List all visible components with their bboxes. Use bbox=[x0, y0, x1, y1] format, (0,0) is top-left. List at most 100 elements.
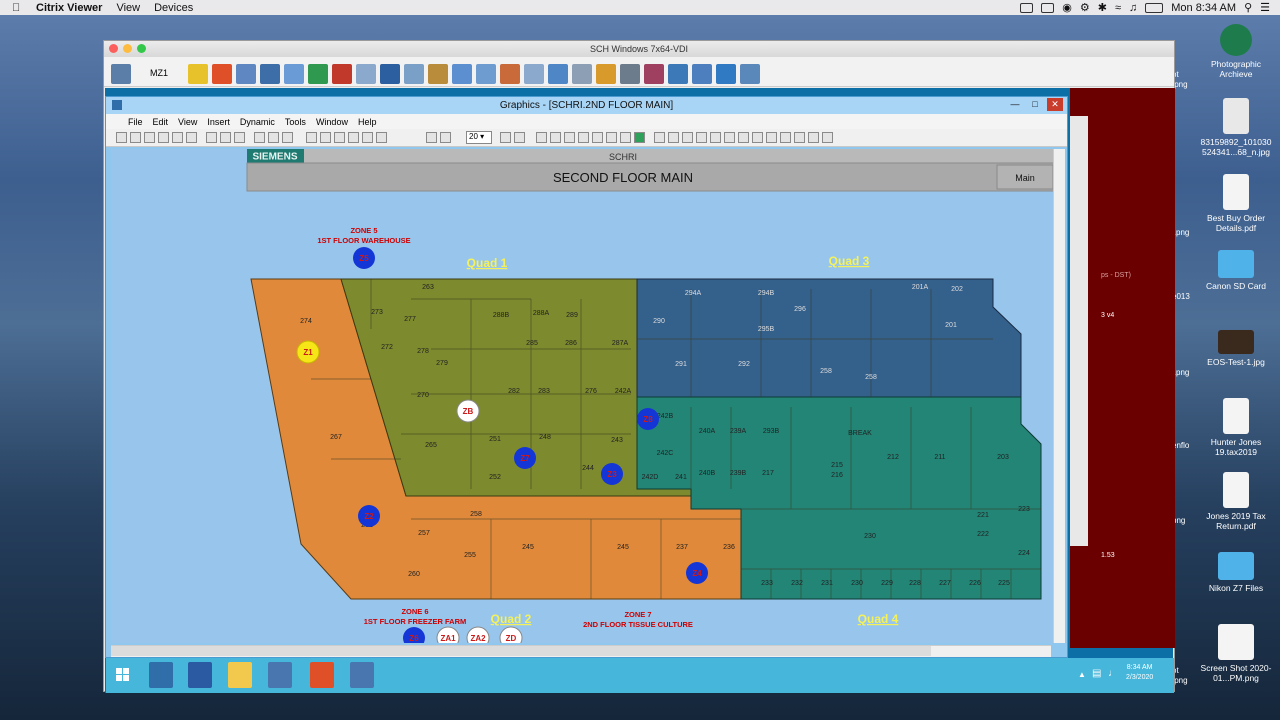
desktop-icon-jpg-file[interactable]: 83159892_101030 524341...68_n.jpg bbox=[1196, 98, 1276, 157]
object-icon[interactable] bbox=[696, 132, 707, 143]
paste-icon[interactable] bbox=[234, 132, 245, 143]
server-manager-icon[interactable] bbox=[149, 662, 173, 688]
marker-z1-text[interactable]: Z1 bbox=[303, 348, 313, 357]
alarm-icon[interactable] bbox=[212, 64, 232, 84]
graphics-app-taskbar-icon[interactable] bbox=[350, 662, 374, 688]
marker-z4-text[interactable]: Z4 bbox=[692, 569, 702, 578]
desktop-icon-screen-shot[interactable]: Screen Shot 2020-01...PM.png bbox=[1196, 624, 1276, 683]
star-icon[interactable] bbox=[596, 64, 616, 84]
sync-icon[interactable]: ◉ bbox=[1062, 1, 1072, 14]
forward-arrow-icon[interactable] bbox=[376, 132, 387, 143]
start-button[interactable] bbox=[108, 662, 138, 688]
volume-tray-icon[interactable]: ♩ bbox=[1108, 668, 1118, 679]
settings-icon[interactable]: ⚙ bbox=[1080, 1, 1090, 14]
desktop-icon-eos-test[interactable]: EOS-Test-1.jpg bbox=[1196, 330, 1276, 367]
main-button-label[interactable]: Main bbox=[1015, 173, 1035, 183]
event-icon[interactable] bbox=[644, 64, 664, 84]
graphic-canvas[interactable]: SIEMENS SCHRI SECOND FLOOR MAIN Main 263… bbox=[111, 149, 1056, 643]
marker-zb-text[interactable]: ZB bbox=[463, 407, 474, 416]
apple-menu-icon[interactable]:  bbox=[12, 2, 26, 14]
taskbar-clock[interactable]: 8:34 AM 2/3/2020 bbox=[1126, 663, 1153, 683]
pan-icon[interactable] bbox=[254, 132, 265, 143]
open-icon[interactable] bbox=[130, 132, 141, 143]
back-arrow-icon[interactable] bbox=[362, 132, 373, 143]
layer-icon[interactable] bbox=[348, 132, 359, 143]
help-icon[interactable] bbox=[740, 64, 760, 84]
quad-2-label[interactable]: Quad 2 bbox=[491, 612, 532, 626]
wifi-icon[interactable]: ≈ bbox=[1115, 2, 1121, 14]
status-icon[interactable] bbox=[634, 132, 645, 143]
menu-view[interactable]: View bbox=[116, 2, 140, 14]
menu-insert[interactable]: Insert bbox=[207, 117, 230, 127]
search-tool-icon[interactable] bbox=[524, 64, 544, 84]
line-icon[interactable] bbox=[564, 132, 575, 143]
marker-za1-text[interactable]: ZA1 bbox=[440, 634, 456, 643]
desktop-icon-nikon-z7-files[interactable]: Nikon Z7 Files bbox=[1196, 552, 1276, 593]
menu-tools[interactable]: Tools bbox=[285, 117, 306, 127]
menu-list-icon[interactable]: ☰ bbox=[1260, 1, 1270, 14]
fit-icon[interactable] bbox=[500, 132, 511, 143]
maximize-icon[interactable]: □ bbox=[1027, 98, 1043, 111]
marker-za2-text[interactable]: ZA2 bbox=[470, 634, 486, 643]
volume-icon[interactable]: ♫ bbox=[1129, 2, 1137, 14]
wheel-icon[interactable] bbox=[332, 64, 352, 84]
display-icon[interactable] bbox=[1041, 2, 1055, 13]
table-icon[interactable] bbox=[592, 132, 603, 143]
network-icon[interactable] bbox=[284, 64, 304, 84]
desktop-icon-jones-tax-pdf[interactable]: Jones 2019 Tax Return.pdf bbox=[1196, 472, 1276, 531]
background-window-scrollbar[interactable] bbox=[1070, 116, 1088, 546]
battery-icon[interactable] bbox=[1145, 2, 1164, 13]
report-icon[interactable] bbox=[476, 64, 496, 84]
marker-zd-text[interactable]: ZD bbox=[506, 634, 517, 643]
marker-z2-text[interactable]: Z2 bbox=[364, 512, 374, 521]
view-icon[interactable] bbox=[654, 132, 665, 143]
scroll-thumb[interactable] bbox=[111, 646, 931, 656]
tool-icon[interactable] bbox=[428, 64, 448, 84]
menu-devices[interactable]: Devices bbox=[154, 2, 193, 14]
quad-3-label[interactable]: Quad 3 bbox=[829, 254, 870, 268]
marker-z8-text[interactable]: Z8 bbox=[643, 415, 653, 424]
copy-icon[interactable] bbox=[220, 132, 231, 143]
menu-window[interactable]: Window bbox=[316, 117, 348, 127]
vertical-scrollbar[interactable] bbox=[1053, 149, 1065, 643]
grid-icon[interactable] bbox=[440, 132, 451, 143]
print-icon[interactable] bbox=[186, 132, 197, 143]
save-all-icon[interactable] bbox=[158, 132, 169, 143]
config-icon[interactable] bbox=[572, 64, 592, 84]
cut-icon[interactable] bbox=[206, 132, 217, 143]
alarm-app-icon[interactable] bbox=[310, 662, 334, 688]
group-icon[interactable] bbox=[320, 132, 331, 143]
trend-icon[interactable] bbox=[308, 64, 328, 84]
shape-icon[interactable] bbox=[536, 132, 547, 143]
zoom-select[interactable]: 20 ▾ bbox=[466, 131, 492, 144]
zoom-window-icon[interactable] bbox=[137, 44, 146, 53]
link-icon[interactable] bbox=[710, 132, 721, 143]
marker-z5-text[interactable]: Z5 bbox=[359, 254, 369, 263]
building-app-icon[interactable] bbox=[268, 662, 292, 688]
monitor-icon[interactable] bbox=[356, 64, 376, 84]
animate-icon[interactable] bbox=[752, 132, 763, 143]
pointer-icon[interactable] bbox=[236, 64, 256, 84]
desktop-icon-canon-sd-card[interactable]: Canon SD Card bbox=[1196, 250, 1276, 291]
file-explorer-icon[interactable] bbox=[228, 662, 252, 688]
zoom-tool-icon[interactable] bbox=[268, 132, 279, 143]
symbol-icon[interactable] bbox=[724, 132, 735, 143]
pointer-tool-icon[interactable] bbox=[426, 132, 437, 143]
marker-z7-text[interactable]: Z7 bbox=[520, 454, 530, 463]
dynamic-icon[interactable] bbox=[738, 132, 749, 143]
panel-icon[interactable] bbox=[548, 64, 568, 84]
print-preview-icon[interactable] bbox=[172, 132, 183, 143]
quad-4-label[interactable]: Quad 4 bbox=[858, 612, 899, 626]
scheduler-icon[interactable] bbox=[500, 64, 520, 84]
more-icon[interactable] bbox=[780, 132, 791, 143]
chart-tool-icon[interactable] bbox=[578, 132, 589, 143]
building-icon[interactable] bbox=[404, 64, 424, 84]
tray-arrow-icon[interactable]: ▲ bbox=[1078, 670, 1086, 679]
camera-icon[interactable] bbox=[620, 64, 640, 84]
window-icon[interactable] bbox=[452, 64, 472, 84]
marker-z6-text[interactable]: Z6 bbox=[409, 634, 419, 643]
quad-1-label[interactable]: Quad 1 bbox=[467, 256, 508, 270]
desktop-icon-photographic-archieve[interactable]: Photographic Archieve bbox=[1196, 24, 1276, 79]
menu-app-name[interactable]: Citrix Viewer bbox=[36, 2, 102, 14]
powershell-icon[interactable] bbox=[188, 662, 212, 688]
